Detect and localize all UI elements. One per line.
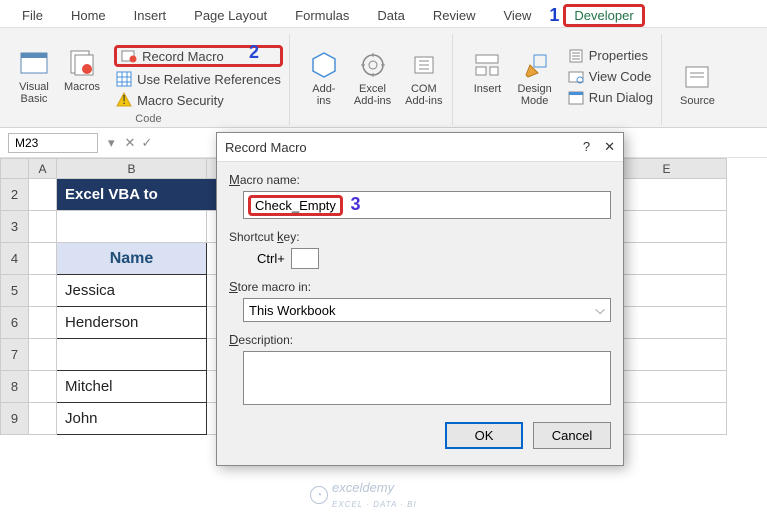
record-macro-dialog: Record Macro ? ✕ Macro name: Check_Empty… — [216, 132, 624, 466]
ribbon-group-code: Visual Basic Macros Record Macro 2 Use R… — [8, 34, 290, 125]
row-header[interactable]: 6 — [1, 307, 29, 339]
name-cell[interactable] — [57, 339, 207, 371]
name-box[interactable] — [8, 133, 98, 153]
tab-formulas[interactable]: Formulas — [281, 4, 363, 27]
insert-icon — [471, 49, 503, 81]
ribbon-group-controls: Insert Design Mode Properties View Code … — [461, 34, 662, 125]
row-header[interactable]: 5 — [1, 275, 29, 307]
ribbon: Visual Basic Macros Record Macro 2 Use R… — [0, 28, 767, 128]
macros-button[interactable]: Macros — [60, 45, 104, 95]
cancel-formula-icon[interactable]: ✕ — [125, 135, 136, 151]
properties-button[interactable]: Properties — [566, 47, 655, 65]
com-addins-icon — [408, 49, 440, 81]
excel-addins-icon — [357, 49, 389, 81]
com-addins-button[interactable]: COM Add-ins — [401, 47, 446, 109]
macro-name-highlight: Check_Empty — [248, 195, 343, 216]
group-title-addins — [374, 113, 377, 125]
addins-button[interactable]: Add- ins — [304, 47, 344, 109]
description-input[interactable] — [243, 351, 611, 405]
store-macro-select[interactable]: This Workbook⌵ — [243, 298, 611, 322]
annotation-1: 1 — [549, 5, 559, 26]
insert-button[interactable]: Insert — [467, 47, 507, 97]
enter-formula-icon[interactable]: ✓ — [141, 135, 152, 151]
ok-button[interactable]: OK — [445, 422, 523, 449]
run-dialog-button[interactable]: Run Dialog — [566, 89, 655, 107]
ribbon-group-xml: Source — [670, 34, 725, 125]
shortcut-key-input[interactable] — [291, 248, 319, 269]
row-header[interactable]: 3 — [1, 211, 29, 243]
row-header[interactable]: 8 — [1, 371, 29, 403]
col-header[interactable]: A — [29, 159, 57, 179]
design-mode-button[interactable]: Design Mode — [513, 47, 555, 109]
watermark-logo-icon: ◔ — [310, 486, 328, 504]
name-cell[interactable]: John — [57, 403, 207, 435]
group-title-code: Code — [135, 113, 161, 125]
chevron-down-icon: ⌵ — [595, 302, 605, 318]
name-cell[interactable]: Mitchel — [57, 371, 207, 403]
ribbon-group-addins: Add- ins Excel Add-ins COM Add-ins — [298, 34, 454, 125]
annotation-3: 3 — [351, 194, 361, 214]
store-label: Store macro in: — [229, 279, 611, 294]
macro-name-label: Macro name: — [229, 172, 611, 187]
dialog-help-button[interactable]: ? — [583, 139, 590, 155]
run-dialog-icon — [568, 90, 584, 106]
watermark: ◔ exceldemyEXCEL · DATA · BI — [310, 480, 417, 510]
record-icon — [121, 48, 137, 64]
source-icon — [681, 61, 713, 93]
name-cell[interactable]: Jessica — [57, 275, 207, 307]
design-mode-icon — [519, 49, 551, 81]
tab-review[interactable]: Review — [419, 4, 490, 27]
group-title-controls — [560, 113, 563, 125]
excel-addins-button[interactable]: Excel Add-ins — [350, 47, 395, 109]
tab-developer[interactable]: Developer — [563, 4, 644, 27]
tab-insert[interactable]: Insert — [120, 4, 181, 27]
row-header[interactable]: 7 — [1, 339, 29, 371]
tab-data[interactable]: Data — [363, 4, 418, 27]
header-name[interactable]: Name — [57, 243, 207, 275]
col-header[interactable]: B — [57, 159, 207, 179]
view-code-icon — [568, 69, 584, 85]
dialog-title: Record Macro — [225, 140, 307, 155]
tab-pagelayout[interactable]: Page Layout — [180, 4, 281, 27]
warning-icon: ! — [116, 92, 132, 108]
addins-icon — [308, 49, 340, 81]
cancel-button[interactable]: Cancel — [533, 422, 611, 449]
ribbon-tabs: File Home Insert Page Layout Formulas Da… — [0, 0, 767, 28]
col-header[interactable]: E — [607, 159, 727, 179]
row-header[interactable]: 9 — [1, 403, 29, 435]
tab-home[interactable]: Home — [57, 4, 120, 27]
annotation-2: 2 — [249, 42, 259, 63]
svg-text:!: ! — [122, 92, 126, 107]
properties-icon — [568, 48, 584, 64]
visual-basic-icon — [18, 47, 50, 79]
view-code-button[interactable]: View Code — [566, 68, 655, 86]
description-label: Description: — [229, 332, 611, 347]
macro-security-button[interactable]: ! Macro Security — [114, 91, 283, 109]
tab-file[interactable]: File — [8, 4, 57, 27]
name-cell[interactable]: Henderson — [57, 307, 207, 339]
shortcut-label: Shortcut key: — [229, 229, 611, 244]
ctrl-label: Ctrl+ — [257, 251, 285, 266]
use-relative-button[interactable]: Use Relative References — [114, 70, 283, 88]
tab-view[interactable]: View — [489, 4, 545, 27]
row-header[interactable]: 2 — [1, 179, 29, 211]
dialog-close-button[interactable]: ✕ — [604, 139, 615, 155]
macros-icon — [66, 47, 98, 79]
grid-icon — [116, 71, 132, 87]
source-button[interactable]: Source — [676, 59, 719, 109]
dialog-titlebar[interactable]: Record Macro ? ✕ — [217, 133, 623, 162]
row-header[interactable]: 4 — [1, 243, 29, 275]
visual-basic-button[interactable]: Visual Basic — [14, 45, 54, 107]
